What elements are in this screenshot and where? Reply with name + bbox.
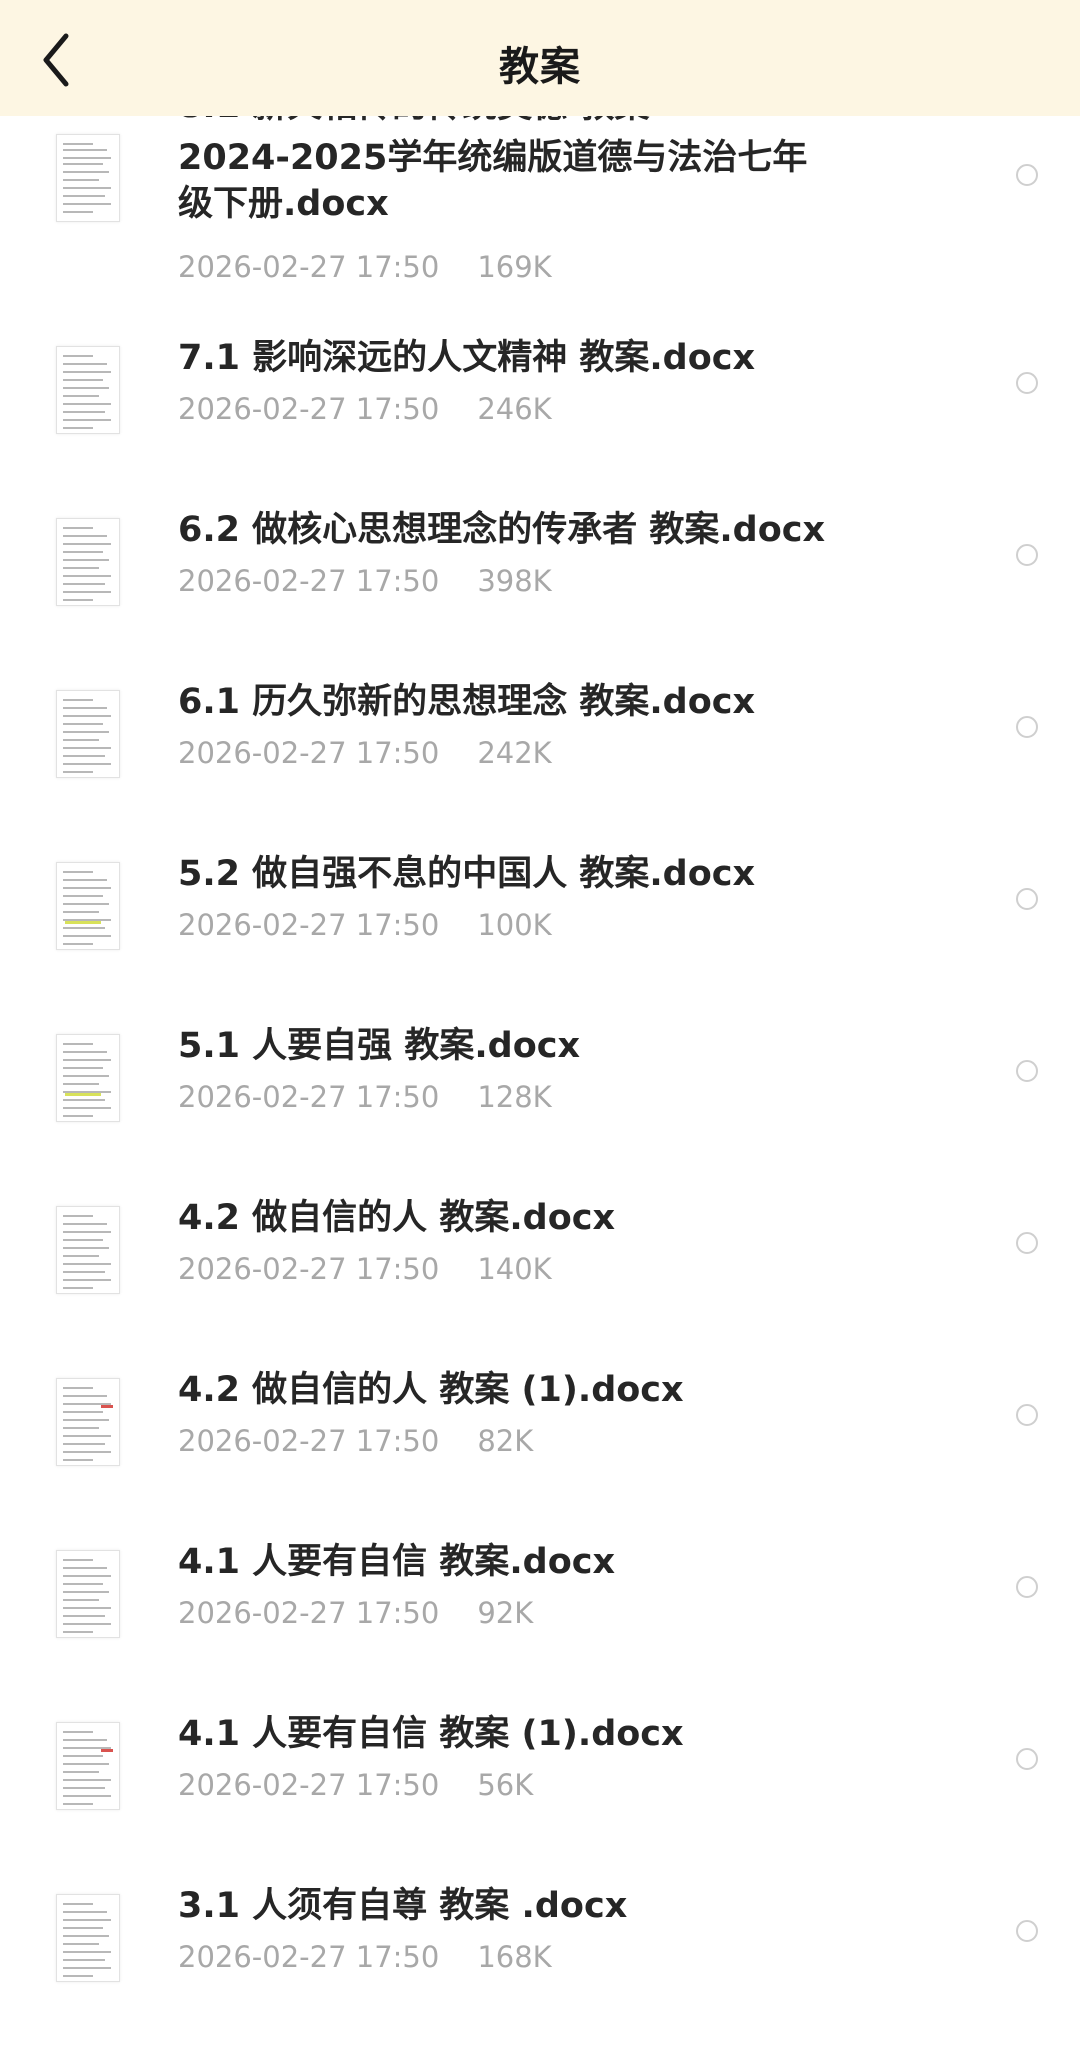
document-thumbnail — [56, 1378, 120, 1466]
file-size: 128K — [477, 1080, 552, 1114]
select-radio[interactable] — [1016, 1576, 1038, 1598]
file-name[interactable]: 4.1 人要有自信 教案 (1).docx — [178, 1712, 858, 1756]
document-thumbnail — [56, 1722, 120, 1810]
file-row[interactable]: 6.1 历久弥新的思想理念 教案.docx 2026-02-27 17:50 242… — [0, 680, 1080, 852]
document-thumbnail — [56, 1550, 120, 1638]
file-date: 2026-02-27 17:50 — [178, 1940, 440, 1974]
top-bar: 教案 — [0, 0, 1080, 116]
file-name-line[interactable]: 2024-2025学年统编版道德与法治七年 — [178, 136, 858, 180]
file-size: 398K — [477, 564, 552, 598]
file-meta: 2026-02-27 17:50 128K — [178, 1080, 552, 1114]
file-row[interactable]: 4.1 人要有自信 教案 (1).docx 2026-02-27 17:50 56K — [0, 1712, 1080, 1884]
document-thumbnail — [56, 690, 120, 778]
file-name[interactable]: 4.1 人要有自信 教案.docx — [178, 1540, 858, 1584]
file-name[interactable]: 6.2 做核心思想理念的传承者 教案.docx — [178, 508, 858, 552]
file-meta: 2026-02-27 17:50 169K — [178, 250, 552, 284]
file-size: 140K — [477, 1252, 552, 1286]
file-date: 2026-02-27 17:50 — [178, 392, 440, 426]
file-size: 92K — [477, 1596, 534, 1630]
file-meta: 2026-02-27 17:50 398K — [178, 564, 552, 598]
file-name[interactable]: 6.1 历久弥新的思想理念 教案.docx — [178, 680, 858, 724]
file-row[interactable]: 4.2 做自信的人 教案 (1).docx 2026-02-27 17:50 82K — [0, 1368, 1080, 1540]
document-thumbnail — [56, 134, 120, 222]
file-name[interactable]: 5.1 人要自强 教案.docx — [178, 1024, 858, 1068]
select-radio[interactable] — [1016, 372, 1038, 394]
file-name[interactable]: 5.2 做自强不息的中国人 教案.docx — [178, 852, 858, 896]
page-title: 教案 — [499, 44, 581, 90]
file-size: 242K — [477, 736, 552, 770]
file-size: 168K — [477, 1940, 552, 1974]
file-meta: 2026-02-27 17:50 92K — [178, 1596, 533, 1630]
select-radio[interactable] — [1016, 544, 1038, 566]
file-date: 2026-02-27 17:50 — [178, 250, 440, 284]
file-row[interactable]: 4.1 人要有自信 教案.docx 2026-02-27 17:50 92K — [0, 1540, 1080, 1712]
file-meta: 2026-02-27 17:50 242K — [178, 736, 552, 770]
document-thumbnail — [56, 1894, 120, 1982]
select-radio[interactable] — [1016, 1748, 1038, 1770]
document-thumbnail — [56, 518, 120, 606]
document-thumbnail — [56, 346, 120, 434]
file-meta: 2026-02-27 17:50 56K — [178, 1768, 533, 1802]
document-thumbnail — [56, 862, 120, 950]
select-radio[interactable] — [1016, 888, 1038, 910]
file-row[interactable]: 6.2 做核心思想理念的传承者 教案.docx 2026-02-27 17:50 3… — [0, 508, 1080, 680]
file-meta: 2026-02-27 17:50 246K — [178, 392, 552, 426]
file-meta: 2026-02-27 17:50 100K — [178, 908, 552, 942]
file-date: 2026-02-27 17:50 — [178, 1596, 440, 1630]
file-name[interactable]: 3.1 人须有自尊 教案 .docx — [178, 1884, 858, 1928]
file-meta: 2026-02-27 17:50 140K — [178, 1252, 552, 1286]
file-row[interactable]: 7.1 影响深远的人文精神 教案.docx 2026-02-27 17:50 246… — [0, 336, 1080, 508]
select-radio[interactable] — [1016, 1232, 1038, 1254]
file-meta: 2026-02-27 17:50 82K — [178, 1424, 533, 1458]
document-thumbnail — [56, 1034, 120, 1122]
file-list: 8.1 薪火相传的传统美德 教案- 2024-2025学年统编版道德与法治七年 … — [0, 0, 1080, 2007]
file-size: 246K — [477, 392, 552, 426]
select-radio[interactable] — [1016, 716, 1038, 738]
file-name[interactable]: 4.2 做自信的人 教案.docx — [178, 1196, 858, 1240]
file-date: 2026-02-27 17:50 — [178, 1252, 440, 1286]
file-size: 100K — [477, 908, 552, 942]
file-row[interactable]: 5.1 人要自强 教案.docx 2026-02-27 17:50 128K — [0, 1024, 1080, 1196]
select-radio[interactable] — [1016, 164, 1038, 186]
file-date: 2026-02-27 17:50 — [178, 736, 440, 770]
file-date: 2026-02-27 17:50 — [178, 1768, 440, 1802]
select-radio[interactable] — [1016, 1920, 1038, 1942]
file-meta: 2026-02-27 17:50 168K — [178, 1940, 552, 1974]
document-thumbnail — [56, 1206, 120, 1294]
file-date: 2026-02-27 17:50 — [178, 908, 440, 942]
file-date: 2026-02-27 17:50 — [178, 564, 440, 598]
file-row[interactable]: 3.1 人须有自尊 教案 .docx 2026-02-27 17:50 168K — [0, 1884, 1080, 2056]
file-size: 56K — [477, 1768, 534, 1802]
file-size: 82K — [477, 1424, 534, 1458]
file-name[interactable]: 4.2 做自信的人 教案 (1).docx — [178, 1368, 858, 1412]
file-name-line[interactable]: 级下册.docx — [178, 182, 858, 226]
select-radio[interactable] — [1016, 1404, 1038, 1426]
file-date: 2026-02-27 17:50 — [178, 1424, 440, 1458]
file-row[interactable]: 8.1 薪火相传的传统美德 教案- 2024-2025学年统编版道德与法治七年 … — [0, 86, 1080, 300]
file-row[interactable]: 4.2 做自信的人 教案.docx 2026-02-27 17:50 140K — [0, 1196, 1080, 1368]
file-size: 169K — [477, 250, 552, 284]
file-row[interactable]: 5.2 做自强不息的中国人 教案.docx 2026-02-27 17:50 100… — [0, 852, 1080, 1024]
file-name[interactable]: 7.1 影响深远的人文精神 教案.docx — [178, 336, 858, 380]
select-radio[interactable] — [1016, 1060, 1038, 1082]
file-date: 2026-02-27 17:50 — [178, 1080, 440, 1114]
